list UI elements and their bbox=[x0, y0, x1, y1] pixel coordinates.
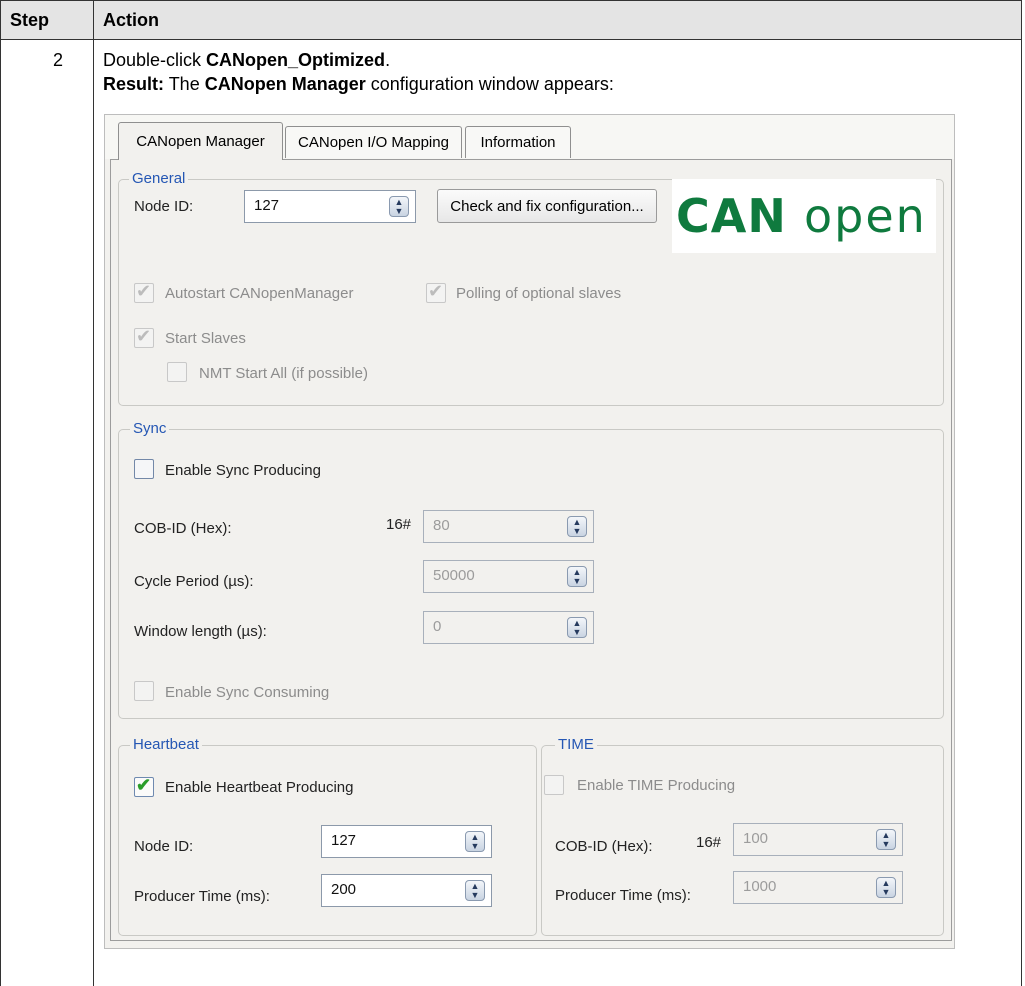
time-cob-id-stepper[interactable]: 100 ▲ ▼ bbox=[733, 823, 903, 856]
sync-cob-id-prefix: 16# bbox=[386, 516, 412, 533]
heartbeat-node-id-value: 127 bbox=[331, 832, 357, 849]
cycle-period-stepper[interactable]: 50000 ▲ ▼ bbox=[423, 560, 594, 593]
enable-heartbeat-producing-checkbox[interactable]: ✔ bbox=[134, 775, 154, 797]
check-icon: ✔ bbox=[136, 326, 152, 346]
spin-arrows-icon[interactable]: ▲ ▼ bbox=[389, 196, 409, 217]
logo-text-light: open bbox=[804, 189, 927, 243]
node-id-label: Node ID: bbox=[134, 198, 194, 215]
start-slaves-label: Start Slaves bbox=[165, 330, 246, 347]
result-line: Result: The CANopen Manager configuratio… bbox=[103, 74, 614, 94]
window-length-label: Window length (µs): bbox=[134, 623, 267, 640]
time-producer-time-stepper[interactable]: 1000 ▲ ▼ bbox=[733, 871, 903, 904]
time-cob-id-value: 100 bbox=[743, 830, 769, 847]
nmt-start-all-checkbox[interactable] bbox=[167, 362, 187, 382]
time-legend: TIME bbox=[555, 736, 597, 754]
time-cob-id-label: COB-ID (Hex): bbox=[555, 838, 653, 855]
window-length-value: 0 bbox=[433, 618, 442, 635]
enable-sync-producing-label: Enable Sync Producing bbox=[165, 462, 321, 479]
tab-canopen-io-mapping[interactable]: CANopen I/O Mapping bbox=[285, 126, 462, 158]
polling-optional-slaves-checkbox[interactable]: ✔ bbox=[426, 281, 446, 303]
heartbeat-legend: Heartbeat bbox=[130, 736, 202, 754]
enable-sync-producing-checkbox[interactable] bbox=[134, 459, 154, 479]
sync-cob-id-label: COB-ID (Hex): bbox=[134, 520, 232, 537]
tab-information[interactable]: Information bbox=[465, 126, 571, 158]
window-length-stepper[interactable]: 0 ▲ ▼ bbox=[423, 611, 594, 644]
spin-arrows-icon[interactable]: ▲ ▼ bbox=[567, 516, 587, 537]
instruction-line: Double-click CANopen_Optimized. bbox=[103, 50, 391, 70]
spin-arrows-icon[interactable]: ▲ ▼ bbox=[465, 831, 485, 852]
polling-label: Polling of optional slaves bbox=[456, 285, 622, 302]
sync-cob-id-stepper[interactable]: 80 ▲ ▼ bbox=[423, 510, 594, 543]
check-and-fix-configuration-button[interactable]: Check and fix configuration... bbox=[437, 189, 657, 223]
time-producer-time-label: Producer Time (ms): bbox=[555, 887, 691, 904]
spin-arrows-icon[interactable]: ▲ ▼ bbox=[567, 617, 587, 638]
table-column-divider bbox=[93, 0, 94, 986]
enable-sync-consuming-checkbox[interactable] bbox=[134, 681, 154, 701]
step-number: 2 bbox=[53, 50, 64, 70]
canopen-logo: CAN open bbox=[672, 179, 936, 253]
enable-sync-consuming-label: Enable Sync Consuming bbox=[165, 684, 330, 701]
autostart-checkbox[interactable]: ✔ bbox=[134, 281, 154, 303]
tab-label: CANopen Manager bbox=[136, 133, 265, 150]
cycle-period-label: Cycle Period (µs): bbox=[134, 573, 254, 590]
spin-arrows-icon[interactable]: ▲ ▼ bbox=[876, 877, 896, 898]
logo-text-bold: CAN bbox=[676, 189, 787, 243]
time-cob-id-prefix: 16# bbox=[696, 834, 722, 851]
header-step: Step bbox=[10, 10, 50, 30]
heartbeat-producer-time-stepper[interactable]: 200 ▲ ▼ bbox=[321, 874, 492, 907]
table-border-left bbox=[0, 0, 1, 986]
cycle-period-value: 50000 bbox=[433, 567, 475, 584]
table-border-right bbox=[1021, 0, 1022, 986]
tab-label: Information bbox=[480, 134, 556, 151]
spin-arrows-icon[interactable]: ▲ ▼ bbox=[876, 829, 896, 850]
sync-cob-id-value: 80 bbox=[433, 517, 450, 534]
check-icon: ✔ bbox=[136, 775, 152, 795]
button-label: Check and fix configuration... bbox=[450, 197, 644, 215]
enable-time-producing-label: Enable TIME Producing bbox=[577, 777, 736, 794]
enable-time-producing-checkbox[interactable] bbox=[544, 775, 564, 795]
spin-arrows-icon[interactable]: ▲ ▼ bbox=[465, 880, 485, 901]
enable-heartbeat-producing-label: Enable Heartbeat Producing bbox=[165, 779, 354, 796]
header-action: Action bbox=[103, 10, 159, 30]
heartbeat-node-id-label: Node ID: bbox=[134, 838, 194, 855]
node-id-stepper[interactable]: 127 ▲ ▼ bbox=[244, 190, 416, 223]
heartbeat-producer-time-label: Producer Time (ms): bbox=[134, 888, 270, 905]
tab-canopen-manager[interactable]: CANopen Manager bbox=[118, 122, 283, 160]
sync-legend: Sync bbox=[130, 420, 170, 438]
time-producer-time-value: 1000 bbox=[743, 878, 777, 895]
tab-label: CANopen I/O Mapping bbox=[298, 134, 449, 151]
node-id-value: 127 bbox=[254, 197, 280, 214]
heartbeat-producer-time-value: 200 bbox=[331, 881, 357, 898]
check-icon: ✔ bbox=[136, 281, 152, 301]
general-legend: General bbox=[129, 170, 189, 188]
autostart-label: Autostart CANopenManager bbox=[165, 285, 354, 302]
spin-arrows-icon[interactable]: ▲ ▼ bbox=[567, 566, 587, 587]
check-icon: ✔ bbox=[428, 281, 444, 301]
start-slaves-checkbox[interactable]: ✔ bbox=[134, 326, 154, 348]
nmt-start-all-label: NMT Start All (if possible) bbox=[199, 365, 368, 382]
heartbeat-node-id-stepper[interactable]: 127 ▲ ▼ bbox=[321, 825, 492, 858]
